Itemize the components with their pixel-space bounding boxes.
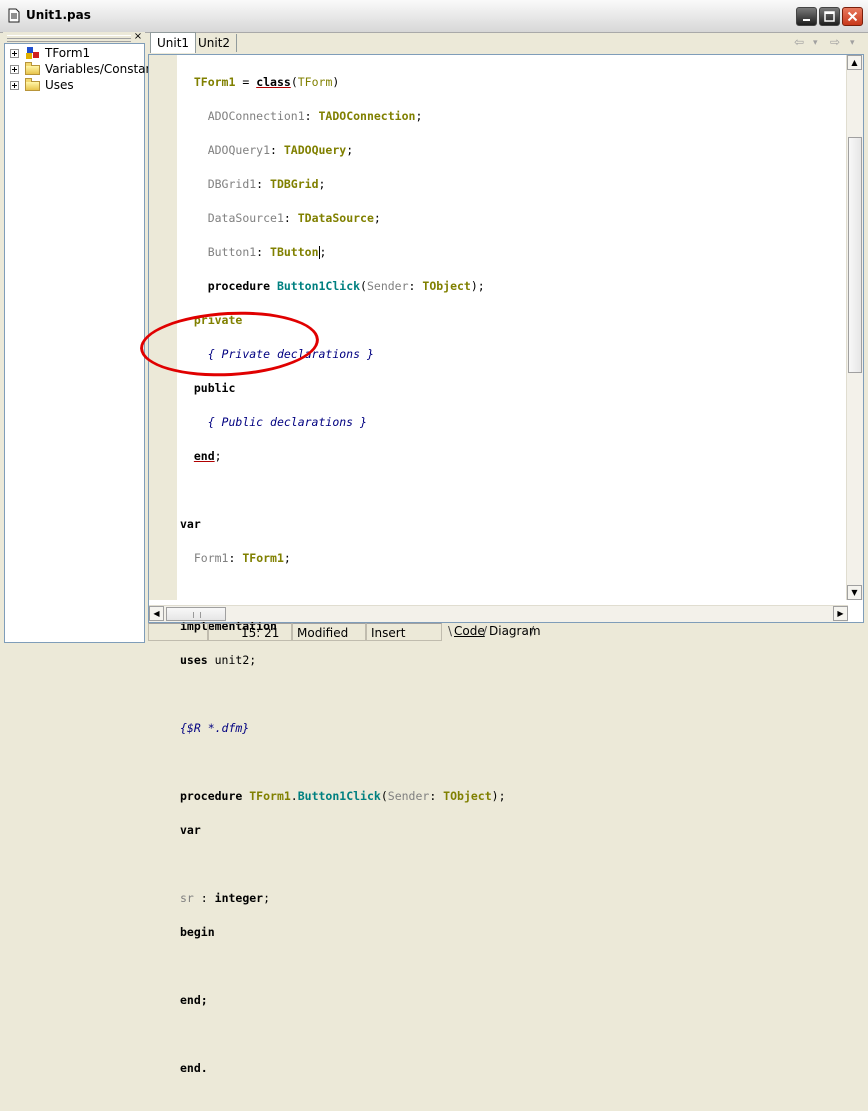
scroll-right-button[interactable]: ▶ xyxy=(833,606,848,621)
code-line: Form1: TForm1; xyxy=(193,551,291,565)
tree-item-label: Uses xyxy=(45,78,74,92)
pane-close-icon[interactable]: × xyxy=(133,32,143,42)
structure-pane-header[interactable]: × xyxy=(3,32,145,43)
ide-window: Unit1.pas × TForm1 Variables/Constants U… xyxy=(0,0,868,1075)
code-line: procedure TForm1.Button1Click(Sender: TO… xyxy=(180,789,506,803)
tree-item-uses[interactable]: Uses xyxy=(10,77,74,93)
status-bar: 15: 21 Modified Insert \ Code / Diagram … xyxy=(148,621,866,643)
maximize-button[interactable] xyxy=(819,7,840,26)
code-line: ADOConnection1: TADOConnection; xyxy=(207,109,423,123)
code-line: DBGrid1: TDBGrid; xyxy=(207,177,326,191)
horizontal-scrollbar[interactable]: ◀ ▶ xyxy=(149,605,848,622)
folder-icon xyxy=(25,62,41,76)
code-line: begin xyxy=(180,925,215,939)
horizontal-scroll-thumb[interactable] xyxy=(166,607,226,621)
code-line: end; xyxy=(180,993,208,1007)
forward-dropdown-icon[interactable]: ▾ xyxy=(850,38,855,48)
tab-unit2[interactable]: Unit2 xyxy=(192,34,238,52)
class-icon xyxy=(26,47,39,59)
tree-item-label: Variables/Constants xyxy=(45,62,165,76)
scroll-left-button[interactable]: ◀ xyxy=(149,606,164,621)
tab-code-view[interactable]: Code xyxy=(454,623,485,640)
expand-icon[interactable] xyxy=(10,64,19,74)
back-dropdown-icon[interactable]: ▾ xyxy=(813,38,818,48)
close-button[interactable] xyxy=(842,7,863,26)
back-arrow-icon[interactable]: ⇦ xyxy=(794,35,804,49)
minimize-button[interactable] xyxy=(796,7,817,26)
structure-tree: TForm1 Variables/Constants Uses xyxy=(4,43,164,643)
folder-icon xyxy=(25,78,41,92)
code-line: public xyxy=(193,381,236,395)
title-bar[interactable]: Unit1.pas xyxy=(0,0,868,33)
tree-item-label: TForm1 xyxy=(45,46,91,60)
code-line: sr : integer; xyxy=(180,891,271,905)
window-title: Unit1.pas xyxy=(26,8,91,22)
scroll-down-button[interactable]: ▼ xyxy=(847,585,862,600)
code-line: procedure Button1Click(Sender: TObject); xyxy=(207,279,485,293)
code-line: { Public declarations } xyxy=(207,415,367,429)
insert-mode: Insert xyxy=(366,623,442,641)
structure-pane: × TForm1 Variables/Constants Uses xyxy=(3,32,164,643)
expand-icon[interactable] xyxy=(10,48,19,58)
code-line: var xyxy=(180,517,201,531)
cursor-position: 15: 21 xyxy=(208,623,292,641)
code-line: end. xyxy=(180,1061,208,1075)
file-tabs: Unit1 Unit2 ⇦ ▾ ⇨ ▾ xyxy=(148,32,866,54)
minimize-icon xyxy=(802,18,810,21)
vertical-scroll-thumb[interactable] xyxy=(848,137,862,373)
modified-status: Modified xyxy=(292,623,366,641)
code-line: {$R *.dfm} xyxy=(180,721,250,735)
tree-item-variables-constants[interactable]: Variables/Constants xyxy=(10,61,164,77)
code-line: Button1: TButton; xyxy=(207,245,327,259)
scroll-up-button[interactable]: ▲ xyxy=(847,55,862,70)
code-line: end; xyxy=(193,449,222,463)
status-blank xyxy=(148,623,208,641)
close-icon xyxy=(847,11,858,22)
code-line: uses unit2; xyxy=(180,653,257,667)
tree-item-tform1[interactable]: TForm1 xyxy=(10,45,90,61)
forward-arrow-icon[interactable]: ⇨ xyxy=(830,35,840,49)
vertical-scrollbar[interactable]: ▲ ▼ xyxy=(846,55,863,600)
code-line: DataSource1: TDataSource; xyxy=(207,211,381,225)
maximize-icon xyxy=(824,11,835,22)
expand-icon[interactable] xyxy=(10,80,19,90)
tab-unit1[interactable]: Unit1 xyxy=(150,32,197,53)
document-icon xyxy=(8,8,20,23)
code-line: TForm1 = class(TForm) xyxy=(193,75,340,89)
code-line: ADOQuery1: TADOQuery; xyxy=(207,143,354,157)
code-line: var xyxy=(180,823,201,837)
